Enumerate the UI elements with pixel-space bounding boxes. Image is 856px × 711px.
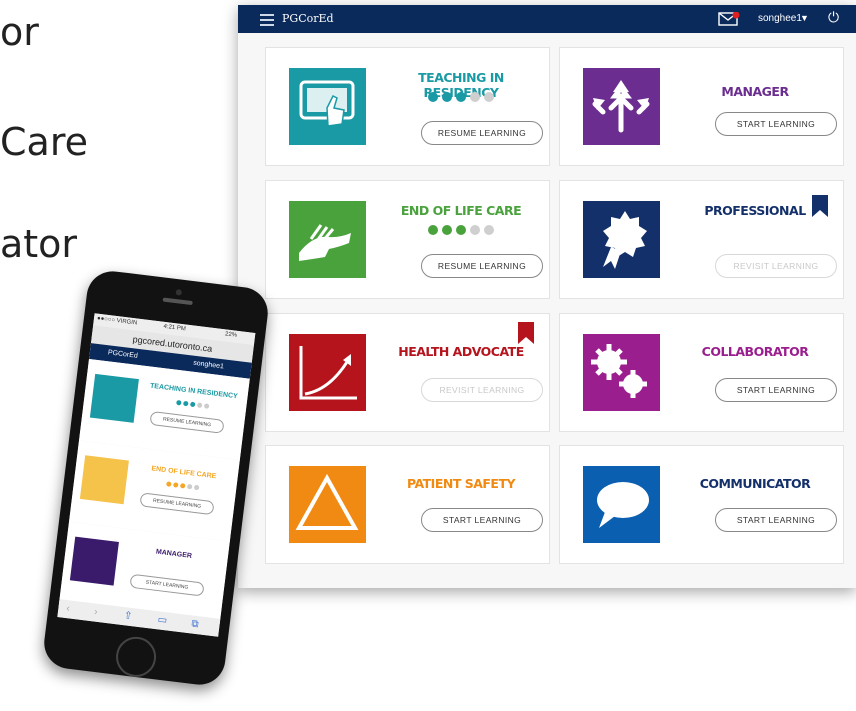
mail-icon[interactable] (718, 11, 740, 31)
top-nav-bar: PGCorEd songhee1 ▼ ⏻ (238, 5, 856, 33)
module-title: MANAGER (721, 84, 789, 99)
desktop-app-window: PGCorEd songhee1 ▼ ⏻ TEACHING IN RESIDEN… (238, 5, 856, 588)
brand-logo[interactable]: PGCorEd (282, 12, 334, 25)
trend-arrow-icon (289, 334, 366, 411)
speech-bubble-icon (583, 466, 660, 543)
forward-arrow-icon[interactable]: › (94, 607, 99, 618)
progress-dot-empty (484, 225, 494, 235)
username-label[interactable]: songhee1 (758, 13, 802, 24)
module-thumbnail (79, 455, 129, 505)
progress-dots (381, 92, 541, 102)
module-card-health-advocate[interactable]: HEALTH ADVOCATE REVISIT LEARNING (265, 313, 550, 432)
start-learning-button[interactable]: START LEARNING (421, 508, 543, 532)
module-card-professional[interactable]: PROFESSIONAL REVISIT LEARNING (559, 180, 844, 299)
bookmark-icon[interactable] (812, 195, 828, 217)
phone-mockup: ●●○○○ VIRGIN 4:21 PM 22% pgcored.utoront… (10, 268, 300, 710)
start-learning-button[interactable]: START LEARNING (715, 112, 837, 136)
module-title: COMMUNICATOR (699, 476, 811, 491)
back-arrow-icon[interactable]: ‹ (66, 603, 71, 614)
revisit-learning-button[interactable]: REVISIT LEARNING (715, 254, 837, 278)
module-thumbnail (89, 373, 139, 423)
chevron-down-icon[interactable]: ▼ (800, 13, 809, 23)
bookmarks-icon[interactable]: ▭ (157, 614, 168, 626)
resume-learning-button[interactable]: RESUME LEARNING (421, 254, 543, 278)
module-title: HEALTH ADVOCATE (398, 344, 524, 359)
progress-dots (381, 225, 541, 235)
gears-icon (583, 334, 660, 411)
module-card-teaching[interactable]: TEACHING IN RESIDENCY RESUME LEARNING (265, 47, 550, 166)
slide-text-line-1: or (0, 10, 39, 54)
phone-screen: ●●○○○ VIRGIN 4:21 PM 22% pgcored.utoront… (57, 313, 256, 637)
progress-dot-filled (428, 225, 438, 235)
slide-text-line-2: Care (0, 120, 88, 164)
module-card-patient-safety[interactable]: PATIENT SAFETY START LEARNING (265, 445, 550, 564)
module-card-communicator[interactable]: COMMUNICATOR START LEARNING (559, 445, 844, 564)
start-learning-button[interactable]: START LEARNING (715, 378, 837, 402)
module-title: END OF LIFE CARE (400, 203, 522, 218)
hamburger-menu-icon[interactable] (260, 14, 274, 29)
front-camera (175, 289, 183, 296)
module-title: COLLABORATOR (701, 344, 809, 359)
revisit-learning-button[interactable]: REVISIT LEARNING (421, 378, 543, 402)
module-card-collaborator[interactable]: COLLABORATOR START LEARNING (559, 313, 844, 432)
battery-label: 22% (224, 331, 238, 339)
progress-dot-empty (470, 225, 480, 235)
carrier-label: ●●○○○ VIRGIN (96, 315, 138, 327)
slide-text-line-3: ator (0, 222, 78, 266)
warning-triangle-icon (289, 466, 366, 543)
module-title: PATIENT SAFETY (406, 476, 516, 491)
progress-dot-filled (442, 225, 452, 235)
module-card-manager[interactable]: MANAGER START LEARNING (559, 47, 844, 166)
bookmark-icon[interactable] (518, 322, 534, 344)
phone-username[interactable]: songhee1 (193, 360, 224, 371)
time-label: 4:21 PM (163, 323, 187, 333)
progress-dot-filled (428, 92, 438, 102)
phone-brand[interactable]: PGCorEd (107, 349, 138, 360)
home-button[interactable] (113, 634, 159, 680)
phone-body: ●●○○○ VIRGIN 4:21 PM 22% pgcored.utoront… (41, 268, 271, 688)
power-icon[interactable]: ⏻ (828, 9, 839, 26)
progress-dot-filled (456, 92, 466, 102)
resume-learning-button[interactable]: RESUME LEARNING (149, 410, 225, 434)
module-card-end-of-life[interactable]: END OF LIFE CARE RESUME LEARNING (265, 180, 550, 299)
resume-learning-button[interactable]: RESUME LEARNING (139, 492, 215, 516)
start-learning-button[interactable]: START LEARNING (129, 573, 205, 597)
progress-dot-filled (442, 92, 452, 102)
phone-speaker (162, 297, 193, 306)
start-learning-button[interactable]: START LEARNING (715, 508, 837, 532)
module-thumbnail (69, 536, 119, 586)
progress-dot-filled (456, 225, 466, 235)
arrows-icon (583, 68, 660, 145)
award-ribbon-icon (583, 201, 660, 278)
tablet-tap-icon (289, 68, 366, 145)
progress-dot-empty (470, 92, 480, 102)
hands-icon (289, 201, 366, 278)
share-icon[interactable]: ⇧ (123, 610, 133, 622)
progress-dot-empty (484, 92, 494, 102)
phone-module-title: MANAGER (155, 548, 193, 560)
tabs-icon[interactable]: ⧉ (191, 618, 199, 630)
resume-learning-button[interactable]: RESUME LEARNING (421, 121, 543, 145)
module-title: PROFESSIONAL (704, 203, 806, 218)
